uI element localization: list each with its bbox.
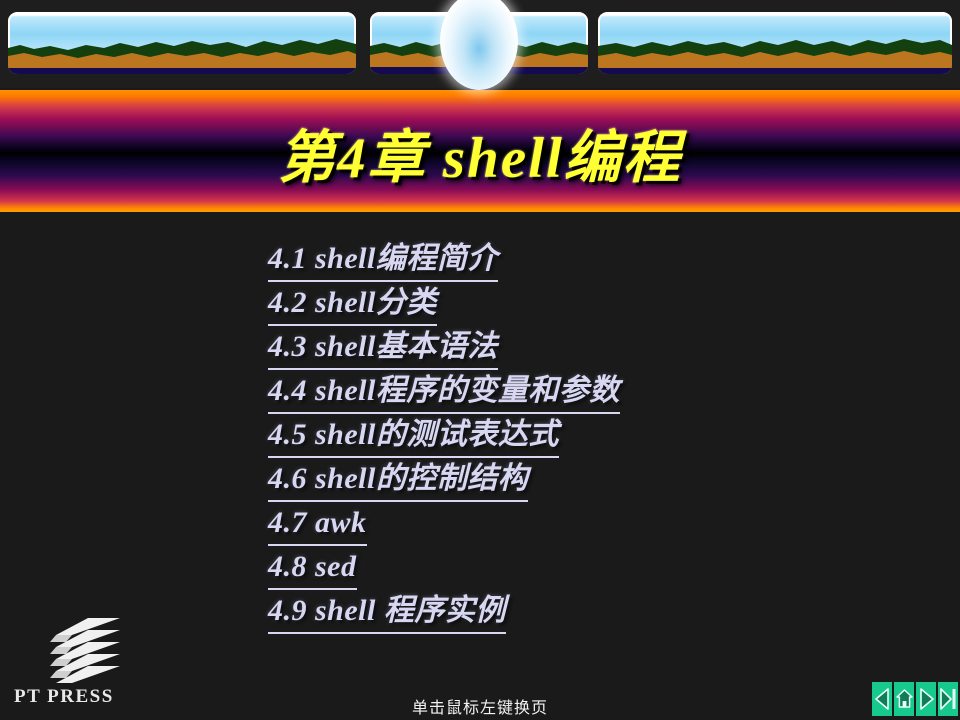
- next-slide-button[interactable]: [916, 682, 936, 716]
- toc-link-4-6[interactable]: 4.6 shell的控制结构: [268, 458, 888, 502]
- triangle-left-icon: [874, 688, 889, 710]
- toc-label: 4.3 shell基本语法: [268, 326, 498, 370]
- triangle-right-icon: [919, 688, 934, 710]
- toc-link-4-4[interactable]: 4.4 shell程序的变量和参数: [268, 370, 888, 414]
- hills-right-icon: [598, 39, 952, 74]
- triangle-right-bar-icon: [939, 688, 955, 710]
- toc-label: 4.1 shell编程简介: [268, 238, 498, 282]
- presentation-slide: 第4章 shell编程 4.1 shell编程简介 4.2 shell分类 4.…: [0, 0, 960, 720]
- publisher-logo: PT PRESS: [14, 618, 154, 708]
- toc-label: 4.9 shell 程序实例: [268, 590, 506, 634]
- toc-link-4-8[interactable]: 4.8 sed: [268, 546, 888, 590]
- toc-link-4-1[interactable]: 4.1 shell编程简介: [268, 238, 888, 282]
- toc-label: 4.4 shell程序的变量和参数: [268, 370, 620, 414]
- toc-label: 4.8 sed: [268, 546, 357, 590]
- landscape-panel-left: [8, 12, 356, 74]
- hills-left-icon: [8, 39, 356, 74]
- toc-label: 4.7 awk: [268, 502, 367, 546]
- last-slide-button[interactable]: [938, 682, 958, 716]
- title-banner: 第4章 shell编程: [0, 90, 960, 212]
- slide-title: 第4章 shell编程: [278, 127, 682, 190]
- toc-label: 4.2 shell分类: [268, 282, 437, 326]
- toc-link-4-9[interactable]: 4.9 shell 程序实例: [268, 590, 888, 634]
- glowing-orb-icon: [440, 0, 518, 90]
- pt-press-book-icon: [50, 618, 120, 683]
- toc-link-4-7[interactable]: 4.7 awk: [268, 502, 888, 546]
- home-slide-button[interactable]: [894, 682, 914, 716]
- previous-slide-button[interactable]: [872, 682, 892, 716]
- toc-link-4-2[interactable]: 4.2 shell分类: [268, 282, 888, 326]
- toc-label: 4.5 shell的测试表达式: [268, 414, 559, 458]
- publisher-name: PT PRESS: [14, 686, 114, 707]
- top-decoration-strip: [0, 0, 960, 90]
- toc-link-4-3[interactable]: 4.3 shell基本语法: [268, 326, 888, 370]
- toc-label: 4.6 shell的控制结构: [268, 458, 529, 502]
- toc-link-4-5[interactable]: 4.5 shell的测试表达式: [268, 414, 888, 458]
- home-icon: [895, 689, 913, 708]
- table-of-contents: 4.1 shell编程简介 4.2 shell分类 4.3 shell基本语法 …: [268, 238, 888, 634]
- slide-navigation-bar: [872, 682, 958, 716]
- landscape-panel-right: [598, 12, 952, 74]
